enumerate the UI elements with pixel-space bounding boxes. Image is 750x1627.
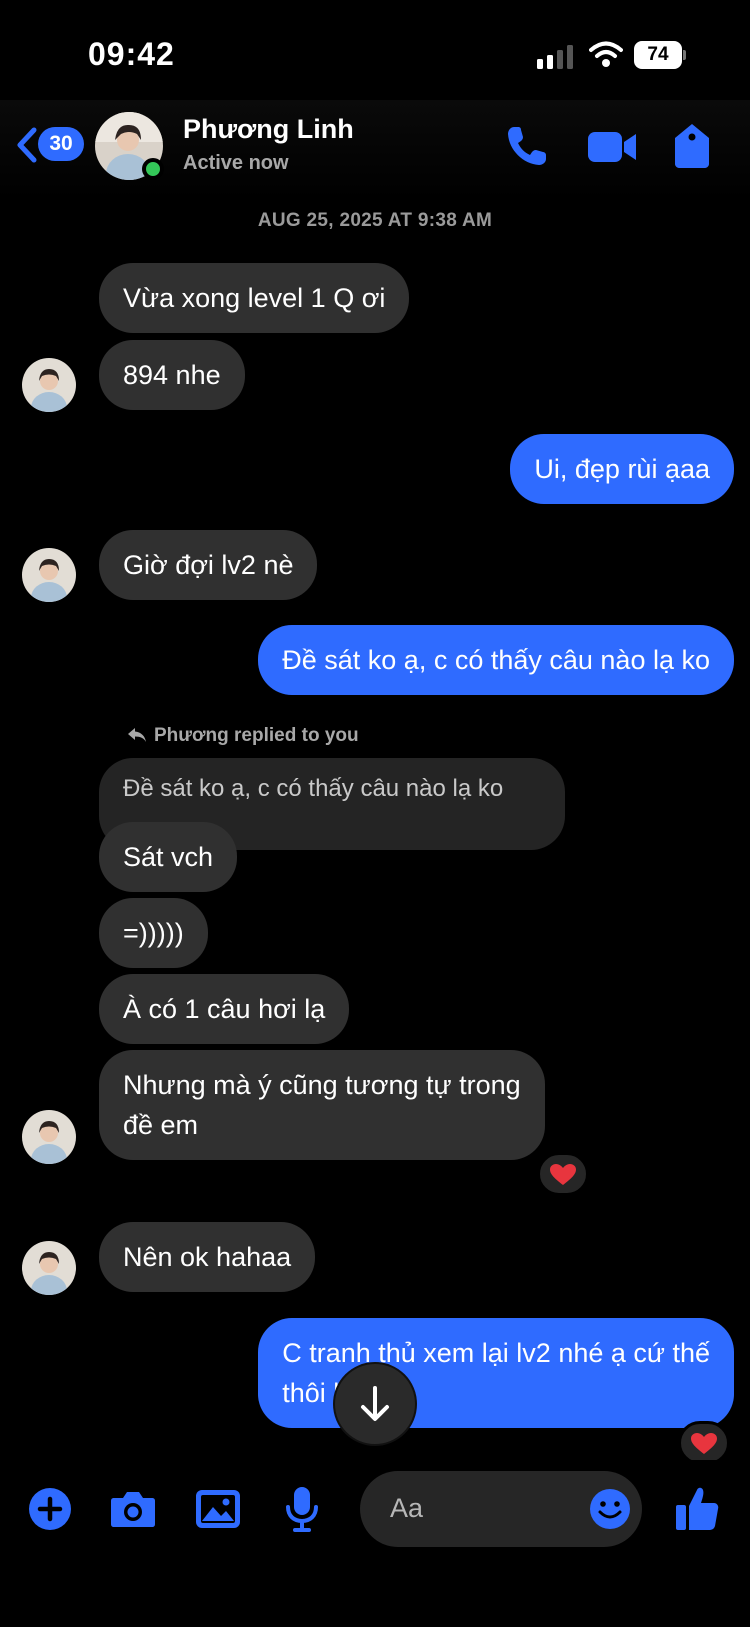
wifi-icon	[589, 41, 623, 67]
phone-icon[interactable]	[503, 122, 551, 170]
sender-avatar[interactable]	[22, 358, 76, 412]
message-text: Ui, đẹp rùi ạaa	[534, 454, 710, 484]
sender-avatar[interactable]	[22, 548, 76, 602]
thumbs-up-icon[interactable]	[674, 1484, 722, 1534]
heart-icon	[550, 1164, 576, 1185]
message-text: =)))))	[123, 918, 184, 948]
reply-label: Phương replied to you	[126, 725, 359, 747]
sender-avatar[interactable]	[22, 1241, 76, 1295]
plus-icon[interactable]	[25, 1484, 75, 1534]
message-bubble-incoming[interactable]: Nên ok hahaa	[99, 1222, 316, 1292]
cellular-signal-icon	[537, 45, 573, 69]
chat-header: 30 Phương Linh Active now	[0, 100, 750, 200]
microphone-icon[interactable]	[277, 1484, 327, 1534]
contact-name[interactable]: Phương Linh	[183, 114, 354, 145]
quoted-message-text: Đề sát ko ạ, c có thấy câu nào lạ ko	[123, 775, 504, 802]
gallery-icon[interactable]	[193, 1484, 243, 1534]
message-bubble-outgoing[interactable]: C tranh thủ xem lại lv2 nhé ạ cứ thế thô…	[258, 1318, 734, 1428]
message-bubble-incoming[interactable]: Giờ đợi lv2 nè	[99, 530, 318, 600]
message-text: À có 1 câu hơi lạ	[123, 994, 326, 1024]
message-text-line: Nhưng mà ý cũng tương tự trong	[123, 1070, 521, 1100]
message-bubble-incoming[interactable]: =)))))	[99, 898, 208, 968]
message-bubble-incoming[interactable]: À có 1 câu hơi lạ	[99, 974, 350, 1044]
sender-avatar[interactable]	[22, 1110, 76, 1164]
scroll-to-bottom-button[interactable]	[335, 1364, 415, 1444]
message-text: Nên ok hahaa	[123, 1242, 292, 1272]
battery-indicator: 74	[634, 41, 686, 69]
heart-icon	[691, 1433, 717, 1454]
message-bubble-incoming[interactable]: 894 nhe	[99, 340, 245, 410]
heart-reaction[interactable]	[678, 1421, 730, 1465]
message-bubble-outgoing[interactable]: Ui, đẹp rùi ạaa	[510, 434, 734, 504]
heart-reaction[interactable]	[537, 1152, 589, 1196]
chevron-left-icon	[17, 127, 37, 163]
message-text: Sát vch	[123, 842, 214, 872]
contact-status: Active now	[183, 152, 289, 174]
video-call-icon[interactable]	[586, 122, 638, 170]
message-bubble-incoming[interactable]: Vừa xong level 1 Q ơi	[99, 263, 410, 333]
message-input-placeholder: Aa	[390, 1493, 424, 1523]
back-button[interactable]: 30	[14, 122, 86, 166]
message-text: Đề sát ko ạ, c có thấy câu nào lạ ko	[282, 645, 710, 675]
message-input[interactable]: Aa	[360, 1471, 642, 1547]
message-text: 894 nhe	[123, 360, 221, 390]
battery-level: 74	[634, 41, 682, 69]
camera-icon[interactable]	[108, 1484, 158, 1534]
composer-bar: Aa	[0, 1460, 750, 1560]
online-status-dot	[142, 158, 164, 180]
message-text: Giờ đợi lv2 nè	[123, 550, 294, 580]
emoji-icon[interactable]	[588, 1487, 632, 1531]
message-text: Vừa xong level 1 Q ơi	[123, 283, 386, 313]
message-text-line: đề em	[123, 1110, 199, 1140]
tag-icon[interactable]	[671, 122, 713, 170]
battery-tip	[683, 50, 686, 60]
unread-count-badge: 30	[38, 127, 84, 161]
status-bar: 09:42 74	[0, 0, 750, 100]
message-bubble-incoming[interactable]: Nhưng mà ý cũng tương tự trong đề em	[99, 1050, 545, 1160]
conversation-timestamp: AUG 25, 2025 AT 9:38 AM	[257, 210, 493, 231]
reply-label-text: Phương replied to you	[154, 725, 359, 746]
message-bubble-incoming[interactable]: Sát vch	[99, 822, 238, 892]
status-time: 09:42	[88, 36, 175, 72]
reply-arrow-icon	[128, 728, 146, 742]
message-bubble-outgoing[interactable]: Đề sát ko ạ, c có thấy câu nào lạ ko	[258, 625, 734, 695]
arrow-down-icon	[361, 1386, 389, 1421]
